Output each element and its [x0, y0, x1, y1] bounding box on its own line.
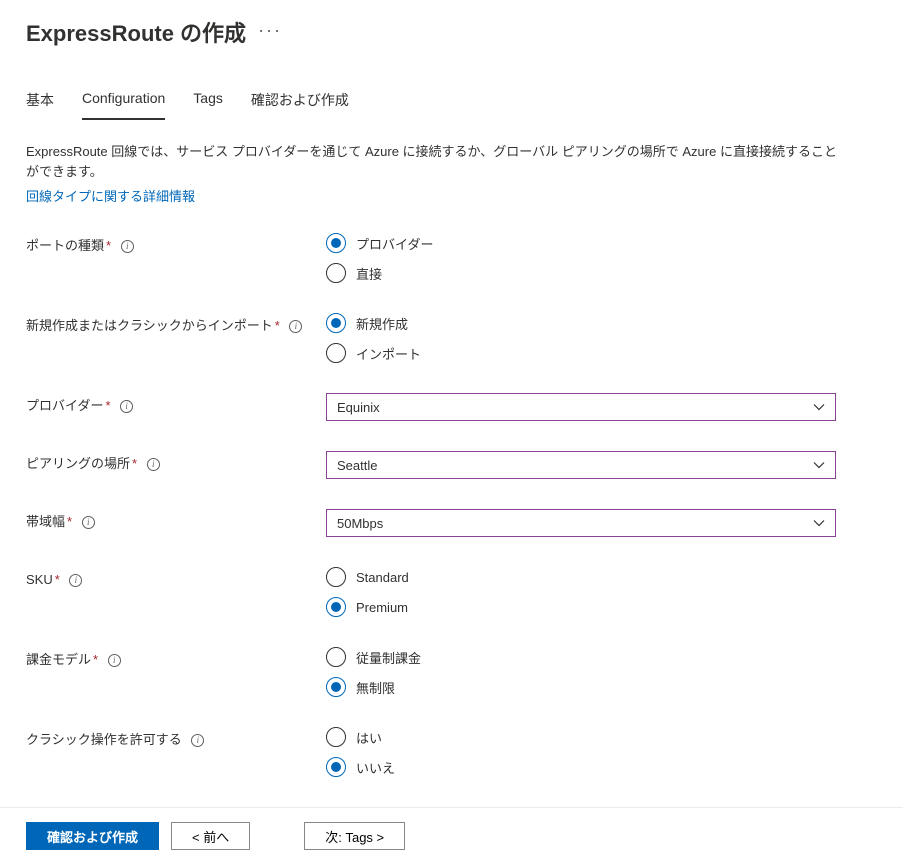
provider-label: プロバイダー* i: [26, 393, 326, 417]
tab-tags[interactable]: Tags: [193, 84, 223, 120]
create-new-option[interactable]: 新規作成: [326, 313, 836, 333]
billing-model-label: 課金モデル* i: [26, 647, 326, 671]
radio-label: Standard: [356, 570, 409, 585]
learn-more-link[interactable]: 回線タイプに関する詳細情報: [26, 186, 877, 205]
radio-icon: [326, 757, 346, 777]
bandwidth-select[interactable]: 50Mbps: [326, 509, 836, 537]
allow-classic-yes-option[interactable]: はい: [326, 727, 836, 747]
billing-unlimited-option[interactable]: 無制限: [326, 677, 836, 697]
select-value: 50Mbps: [337, 516, 383, 531]
tab-review-create[interactable]: 確認および作成: [251, 84, 349, 120]
billing-metered-option[interactable]: 従量制課金: [326, 647, 836, 667]
radio-label: いいえ: [356, 758, 395, 777]
info-icon[interactable]: i: [147, 458, 160, 471]
tab-basics[interactable]: 基本: [26, 84, 54, 120]
allow-classic-no-option[interactable]: いいえ: [326, 757, 836, 777]
sku-standard-option[interactable]: Standard: [326, 567, 836, 587]
radio-icon: [326, 263, 346, 283]
create-or-import-radio-group: 新規作成 インポート: [326, 313, 836, 363]
info-icon[interactable]: i: [191, 734, 204, 747]
peering-location-label: ピアリングの場所* i: [26, 451, 326, 475]
radio-icon: [326, 647, 346, 667]
radio-icon: [326, 313, 346, 333]
bandwidth-label: 帯域幅* i: [26, 509, 326, 533]
tab-configuration[interactable]: Configuration: [82, 84, 165, 120]
allow-classic-radio-group: はい いいえ: [326, 727, 836, 777]
select-value: Seattle: [337, 458, 377, 473]
info-icon[interactable]: i: [121, 240, 134, 253]
sku-label: SKU* i: [26, 567, 326, 591]
sku-premium-option[interactable]: Premium: [326, 597, 836, 617]
radio-icon: [326, 233, 346, 253]
radio-icon: [326, 727, 346, 747]
port-type-radio-group: プロバイダー 直接: [326, 233, 836, 283]
radio-label: Premium: [356, 600, 408, 615]
info-icon[interactable]: i: [120, 400, 133, 413]
description-text: ExpressRoute 回線では、サービス プロバイダーを通じて Azure …: [26, 142, 846, 182]
import-option[interactable]: インポート: [326, 343, 836, 363]
footer-bar: 確認および作成 < 前へ 次: Tags >: [0, 807, 903, 864]
info-icon[interactable]: i: [82, 516, 95, 529]
tab-bar: 基本 Configuration Tags 確認および作成: [26, 84, 877, 120]
chevron-down-icon: [813, 401, 825, 413]
radio-label: 新規作成: [356, 314, 408, 333]
radio-icon: [326, 567, 346, 587]
info-icon[interactable]: i: [289, 320, 302, 333]
create-or-import-label: 新規作成またはクラシックからインポート* i: [26, 313, 326, 337]
port-type-provider-option[interactable]: プロバイダー: [326, 233, 836, 253]
radio-label: インポート: [356, 344, 421, 363]
radio-icon: [326, 677, 346, 697]
more-actions-button[interactable]: ···: [258, 20, 282, 44]
peering-location-select[interactable]: Seattle: [326, 451, 836, 479]
port-type-label: ポートの種類* i: [26, 233, 326, 257]
chevron-down-icon: [813, 517, 825, 529]
review-create-button[interactable]: 確認および作成: [26, 822, 159, 850]
radio-icon: [326, 343, 346, 363]
radio-label: はい: [356, 728, 382, 747]
radio-icon: [326, 597, 346, 617]
radio-label: 従量制課金: [356, 648, 421, 667]
port-type-direct-option[interactable]: 直接: [326, 263, 836, 283]
chevron-down-icon: [813, 459, 825, 471]
previous-button[interactable]: < 前へ: [171, 822, 250, 850]
sku-radio-group: Standard Premium: [326, 567, 836, 617]
allow-classic-label: クラシック操作を許可する i: [26, 727, 326, 751]
next-button[interactable]: 次: Tags >: [304, 822, 405, 850]
billing-model-radio-group: 従量制課金 無制限: [326, 647, 836, 697]
page-title: ExpressRoute の作成: [26, 16, 246, 48]
info-icon[interactable]: i: [108, 654, 121, 667]
provider-select[interactable]: Equinix: [326, 393, 836, 421]
info-icon[interactable]: i: [69, 574, 82, 587]
radio-label: 直接: [356, 264, 382, 283]
radio-label: 無制限: [356, 678, 395, 697]
select-value: Equinix: [337, 400, 380, 415]
radio-label: プロバイダー: [356, 234, 433, 253]
